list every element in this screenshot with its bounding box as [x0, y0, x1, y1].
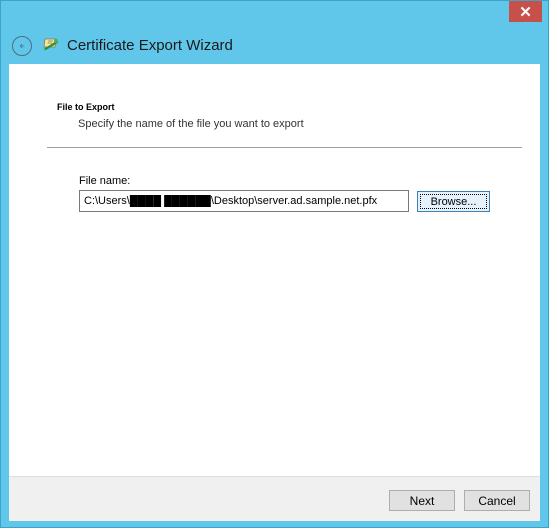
file-name-input[interactable] — [79, 190, 409, 212]
section-title: File to Export — [57, 102, 115, 112]
back-button[interactable] — [12, 36, 32, 56]
wizard-footer: Next Cancel — [9, 476, 540, 521]
cancel-button[interactable]: Cancel — [464, 490, 530, 511]
section-description: Specify the name of the file you want to… — [78, 118, 304, 130]
close-button[interactable]: ✕ — [509, 1, 542, 22]
back-arrow-icon — [19, 43, 25, 49]
file-name-label: File name: — [79, 175, 131, 187]
window-title: Certificate Export Wizard — [67, 37, 233, 54]
divider — [47, 147, 522, 148]
close-icon: ✕ — [519, 3, 532, 21]
wizard-content: File to Export Specify the name of the f… — [9, 64, 540, 476]
next-button[interactable]: Next — [389, 490, 455, 511]
browse-button[interactable]: Browse... — [417, 191, 490, 212]
certificate-wizard-icon — [43, 38, 59, 51]
wizard-window: ✕ Certificate Export Wizard File to Expo… — [0, 0, 549, 528]
